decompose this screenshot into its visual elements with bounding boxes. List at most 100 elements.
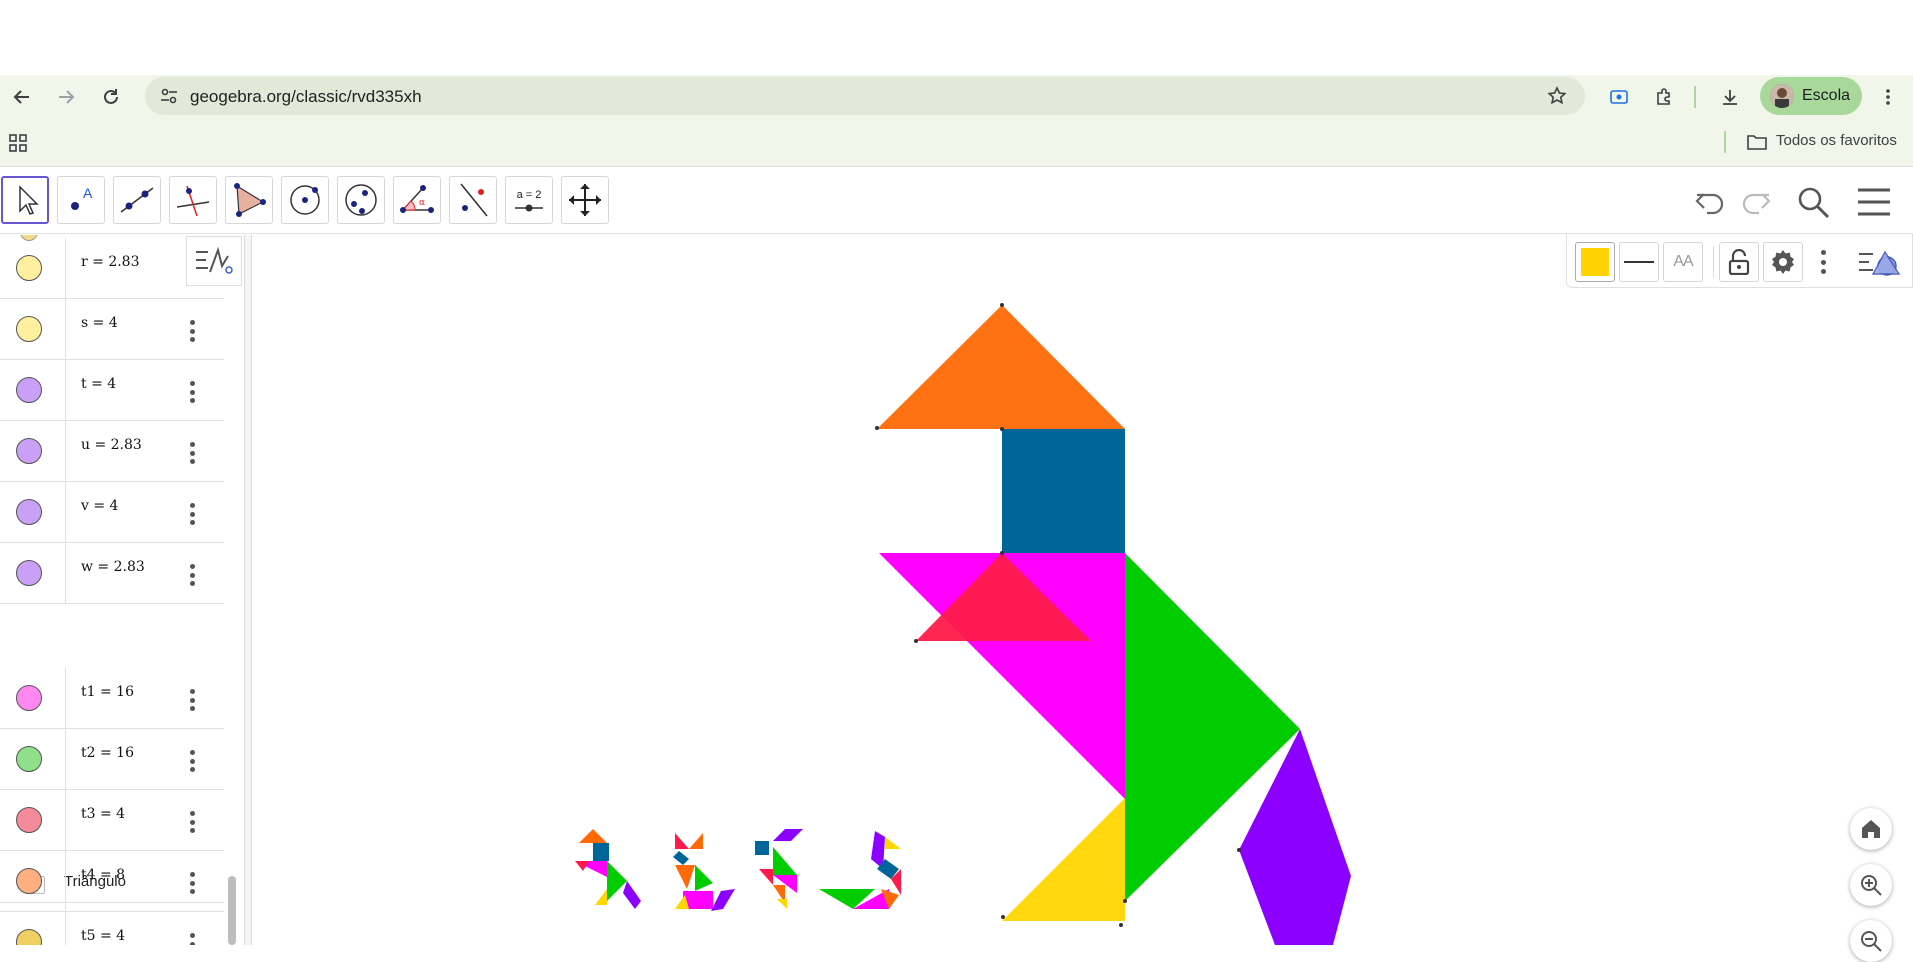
- algebra-row[interactable]: w = 2.83: [0, 543, 224, 604]
- algebra-expression[interactable]: r = 2.83: [81, 254, 140, 270]
- algebra-expression[interactable]: t3 = 4: [81, 806, 125, 822]
- visibility-toggle-icon[interactable]: [16, 807, 42, 833]
- blue-piece[interactable]: [673, 851, 689, 865]
- algebra-expression[interactable]: t5 = 4: [81, 928, 125, 944]
- visibility-toggle-icon[interactable]: [16, 438, 42, 464]
- extensions-button[interactable]: [1649, 82, 1679, 112]
- style-bar-more-button[interactable]: [1813, 250, 1833, 274]
- blue-piece[interactable]: [755, 841, 769, 855]
- visibility-toggle-icon[interactable]: [16, 499, 42, 525]
- zoom-out-button[interactable]: [1850, 920, 1892, 962]
- profile-button[interactable]: Escola: [1760, 77, 1862, 115]
- orange-piece[interactable]: [675, 865, 695, 889]
- move-graphics-view-tool[interactable]: [561, 176, 609, 224]
- undo-button[interactable]: [1690, 182, 1730, 222]
- yellow-piece[interactable]: [885, 837, 901, 849]
- perpendicular-line-tool[interactable]: [169, 176, 217, 224]
- visibility-toggle-icon[interactable]: [16, 255, 42, 281]
- bookmark-star-icon[interactable]: [1547, 86, 1567, 106]
- blue-piece[interactable]: [593, 843, 609, 861]
- object-properties-button[interactable]: [1763, 242, 1803, 282]
- algebra-expression[interactable]: t1 = 16: [81, 684, 134, 700]
- visibility-toggle-icon[interactable]: [16, 316, 42, 342]
- row-menu-icon[interactable]: [180, 502, 204, 526]
- red-piece[interactable]: [675, 833, 689, 849]
- apps-grid-button[interactable]: [8, 133, 28, 153]
- lock-button[interactable]: [1719, 242, 1759, 282]
- visibility-toggle-icon[interactable]: [16, 685, 42, 711]
- line-style-button[interactable]: [1619, 242, 1659, 282]
- forward-button[interactable]: [51, 82, 81, 112]
- algebra-row[interactable]: t5 = 4: [0, 912, 224, 945]
- purple-piece[interactable]: [773, 829, 803, 841]
- reload-button[interactable]: [96, 82, 126, 112]
- algebra-expression[interactable]: s = 4: [81, 315, 118, 331]
- yellow-piece[interactable]: [777, 899, 787, 909]
- row-menu-icon[interactable]: [180, 810, 204, 834]
- screen-cast-button[interactable]: [1604, 82, 1634, 112]
- row-menu-icon[interactable]: [180, 441, 204, 465]
- color-button[interactable]: [1575, 242, 1615, 282]
- algebra-style-button[interactable]: [186, 236, 242, 286]
- algebra-expression[interactable]: u = 2.83: [81, 437, 142, 453]
- line-tool[interactable]: [113, 176, 161, 224]
- algebra-row[interactable]: v = 4: [0, 482, 224, 543]
- browser-menu-button[interactable]: [1873, 82, 1903, 112]
- redo-button[interactable]: [1736, 182, 1776, 222]
- graphics-menu-button[interactable]: [1857, 244, 1901, 280]
- green-piece[interactable]: [773, 847, 797, 875]
- move-tool[interactable]: [1, 176, 49, 224]
- circle-tool[interactable]: [281, 176, 329, 224]
- purple-piece[interactable]: [711, 889, 735, 911]
- row-menu-icon[interactable]: [180, 380, 204, 404]
- orange-piece[interactable]: [689, 833, 703, 849]
- label-style-button[interactable]: AA: [1663, 242, 1703, 282]
- visibility-toggle-icon[interactable]: [16, 868, 42, 894]
- yellow-triangle[interactable]: [1002, 798, 1125, 921]
- all-bookmarks-label[interactable]: Todos os favoritos: [1776, 132, 1897, 149]
- visibility-toggle-icon[interactable]: [16, 929, 42, 945]
- algebra-expression[interactable]: t4 = 8: [81, 867, 125, 883]
- site-info-icon[interactable]: [159, 86, 179, 106]
- row-menu-icon[interactable]: [180, 688, 204, 712]
- algebra-expression[interactable]: v = 4: [81, 498, 118, 514]
- angle-tool[interactable]: α: [393, 176, 441, 224]
- orange-triangle[interactable]: [877, 305, 1125, 429]
- algebra-row[interactable]: t3 = 4: [0, 790, 224, 851]
- visibility-toggle-icon[interactable]: [16, 746, 42, 772]
- blue-square[interactable]: [1002, 429, 1125, 553]
- slider-tool[interactable]: a = 2: [505, 176, 553, 224]
- reflect-tool[interactable]: [449, 176, 497, 224]
- algebra-expression[interactable]: t2 = 16: [81, 745, 134, 761]
- main-menu-button[interactable]: [1854, 182, 1894, 222]
- visibility-toggle-icon[interactable]: [16, 377, 42, 403]
- back-button[interactable]: [7, 82, 37, 112]
- point-tool[interactable]: A: [57, 176, 105, 224]
- algebra-row[interactable]: u = 2.83: [0, 421, 224, 482]
- search-button[interactable]: [1793, 182, 1833, 222]
- green-piece[interactable]: [607, 861, 627, 901]
- visibility-toggle-icon[interactable]: [16, 560, 42, 586]
- red-piece[interactable]: [759, 869, 773, 885]
- address-bar[interactable]: geogebra.org/classic/rvd335xh: [145, 77, 1585, 115]
- row-menu-icon[interactable]: [180, 932, 204, 945]
- algebra-row[interactable]: t = 4: [0, 360, 224, 421]
- algebra-row[interactable]: s = 4: [0, 299, 224, 360]
- algebra-row[interactable]: t4 = 8: [0, 851, 224, 912]
- polygon-tool[interactable]: [225, 176, 273, 224]
- graphics-view[interactable]: [253, 235, 1913, 945]
- row-menu-icon[interactable]: [180, 749, 204, 773]
- standard-view-button[interactable]: [1850, 808, 1892, 850]
- algebra-row[interactable]: t2 = 16: [0, 729, 224, 790]
- purple-piece[interactable]: [623, 881, 641, 909]
- all-bookmarks-folder[interactable]: [1747, 133, 1767, 151]
- row-menu-icon[interactable]: [180, 563, 204, 587]
- green-piece[interactable]: [695, 865, 713, 891]
- algebra-row[interactable]: t1 = 16: [0, 668, 224, 729]
- algebra-expression[interactable]: t = 4: [81, 376, 116, 392]
- row-menu-icon[interactable]: [180, 319, 204, 343]
- downloads-button[interactable]: [1715, 82, 1745, 112]
- yellow-piece[interactable]: [595, 889, 607, 905]
- view-divider[interactable]: [244, 235, 252, 945]
- algebra-expression[interactable]: w = 2.83: [81, 559, 145, 575]
